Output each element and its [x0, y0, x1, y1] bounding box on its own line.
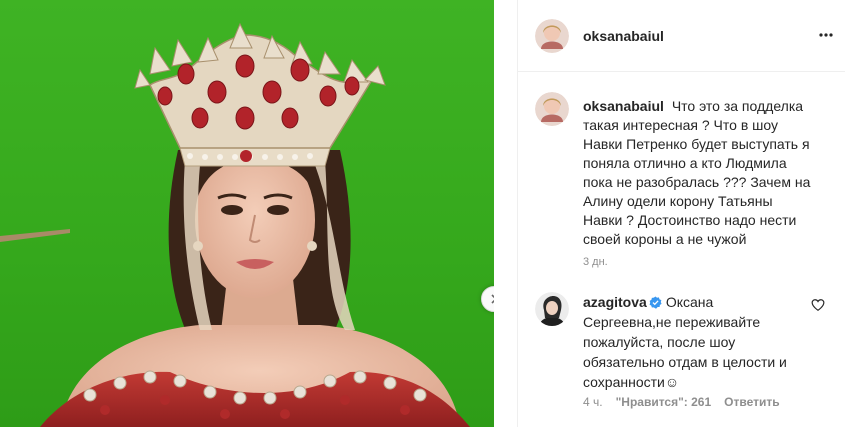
caption-avatar[interactable]: [535, 92, 569, 126]
commenter-username[interactable]: azagitova: [583, 294, 647, 310]
caption-username[interactable]: oksanabaiul: [583, 98, 664, 114]
caption-body: oksanabaiul Что это за подделка такая ин…: [583, 97, 813, 249]
author-avatar[interactable]: [535, 19, 569, 53]
reply-button[interactable]: Ответить: [724, 395, 779, 409]
caption-text: Что это за подделка такая интересная ? Ч…: [583, 98, 811, 247]
post-photo[interactable]: [0, 0, 494, 427]
ellipsis-icon[interactable]: [818, 27, 834, 43]
avatar-photo: [535, 19, 569, 53]
commenter-avatar[interactable]: [535, 292, 569, 326]
instagram-post: oksanabaiul oksanabaiul Что это за подде…: [0, 0, 845, 427]
caption-timestamp[interactable]: 3 дн.: [583, 256, 608, 268]
post-header: oksanabaiul: [518, 0, 845, 72]
avatar-photo: [535, 92, 569, 126]
post-sidebar: oksanabaiul oksanabaiul Что это за подде…: [517, 0, 845, 427]
verified-badge-icon: [649, 296, 662, 309]
photo-woman-crown: [0, 22, 470, 427]
heart-outline-icon[interactable]: [811, 298, 825, 312]
chevron-right-icon: [491, 294, 494, 304]
comment-meta: 4 ч. "Нравится": 261 Ответить: [583, 395, 780, 409]
comment-timestamp[interactable]: 4 ч.: [583, 395, 603, 409]
author-username[interactable]: oksanabaiul: [583, 28, 664, 44]
comment-body: azagitova Оксана Сергеевна,не переживайт…: [583, 292, 805, 392]
comment-likes[interactable]: "Нравится": 261: [616, 395, 712, 409]
avatar-photo: [535, 292, 569, 326]
